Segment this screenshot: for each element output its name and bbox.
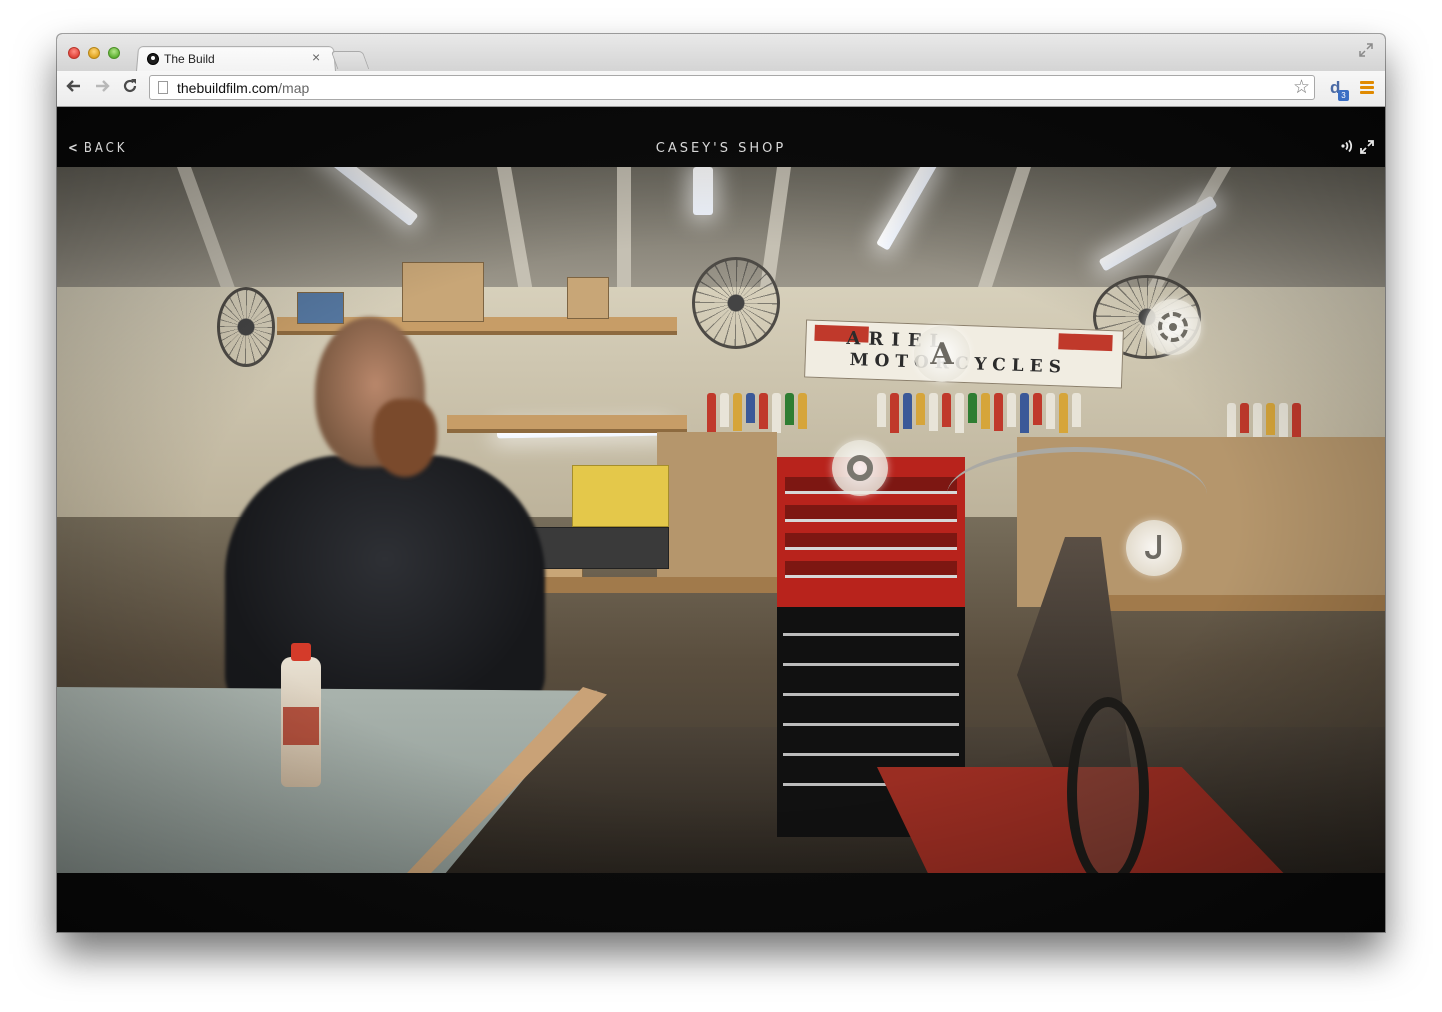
forward-arrow-icon[interactable]: [91, 77, 113, 99]
close-window-button[interactable]: [68, 47, 80, 59]
page-icon: [158, 81, 168, 94]
fullscreen-icon[interactable]: [1359, 43, 1375, 59]
back-arrow-icon[interactable]: [63, 77, 85, 99]
person: [225, 455, 545, 715]
bolt-icon: [847, 455, 873, 481]
panorama-scene[interactable]: ARIEL MOTORCYCLES: [57, 167, 1385, 873]
hook-icon: ᒍ: [1144, 530, 1164, 566]
minimize-window-button[interactable]: [88, 47, 100, 59]
page-content: < BACK CASEY'S SHOP ARIEL A ᒍ: [57, 107, 1385, 932]
expand-icon[interactable]: [1359, 139, 1375, 159]
letter-a-icon: A: [930, 336, 954, 372]
hotspot-wheel[interactable]: [1145, 299, 1201, 355]
tab-title: The Build: [164, 52, 215, 66]
site-favicon-icon: [147, 53, 159, 65]
bookmark-star-icon[interactable]: ☆: [1293, 76, 1310, 99]
reload-icon[interactable]: [119, 77, 141, 99]
tab-close-icon[interactable]: ×: [312, 49, 320, 65]
extension-icon[interactable]: d 3: [1329, 78, 1349, 101]
hotspot-toolbox[interactable]: [832, 440, 888, 496]
gear-icon: [1158, 312, 1188, 342]
zoom-window-button[interactable]: [108, 47, 120, 59]
hot-sauce-bottle: [281, 643, 321, 787]
page-title: CASEY'S SHOP: [655, 141, 787, 156]
browser-window: The Build × thebuildfilm.com/map ☆ d 3 <…: [57, 34, 1385, 932]
motorcycle: [947, 447, 1207, 873]
tab-strip: The Build ×: [57, 34, 1385, 74]
address-bar[interactable]: thebuildfilm.com/map ☆: [149, 75, 1315, 100]
hotspot-motorcycle[interactable]: ᒍ: [1126, 520, 1182, 576]
extension-badge: 3: [1338, 90, 1349, 101]
site-header: < BACK CASEY'S SHOP: [57, 107, 1385, 167]
hotspot-ariel[interactable]: A: [914, 326, 970, 382]
sound-icon[interactable]: [1340, 139, 1354, 157]
browser-toolbar: thebuildfilm.com/map ☆ d 3: [57, 71, 1385, 107]
chrome-menu-icon[interactable]: [1360, 81, 1374, 94]
new-tab-button[interactable]: [330, 51, 370, 69]
url-text: thebuildfilm.com/map: [177, 80, 310, 96]
